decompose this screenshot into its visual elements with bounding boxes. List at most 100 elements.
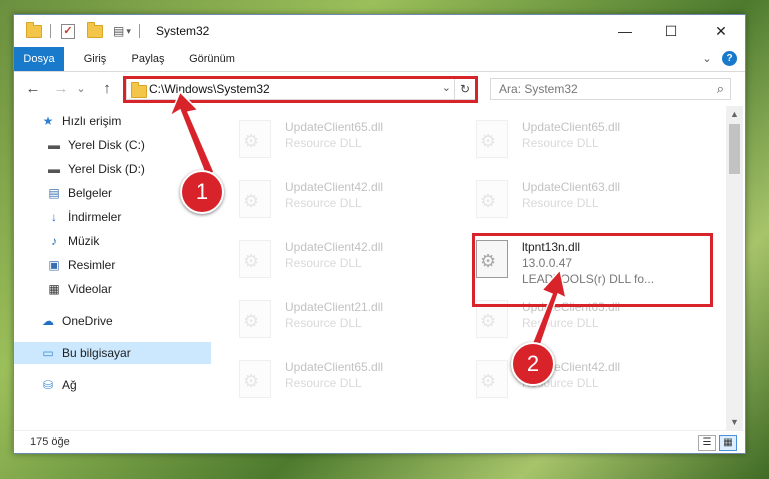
dll-file-icon bbox=[239, 180, 271, 218]
file-name: UpdateClient21.dll bbox=[285, 300, 384, 314]
file-name: UpdateClient63.dll bbox=[522, 180, 621, 194]
scroll-down-icon[interactable]: ▼ bbox=[726, 414, 743, 430]
file-description: Resource DLL bbox=[285, 376, 362, 390]
sidebar-item-label: OneDrive bbox=[62, 314, 113, 328]
address-bar-highlight bbox=[123, 76, 478, 103]
scroll-thumb[interactable] bbox=[729, 124, 740, 174]
maximize-button[interactable]: ☐ bbox=[648, 15, 694, 47]
sidebar-item-this-pc[interactable]: ▭ Bu bilgisayar bbox=[14, 342, 236, 364]
recent-locations-icon[interactable]: ⌄ bbox=[76, 80, 86, 98]
file-description: Resource DLL bbox=[285, 316, 362, 330]
search-placeholder: Ara: System32 bbox=[499, 82, 578, 96]
drive-icon: ▬ bbox=[48, 162, 60, 176]
item-count: 175 öğe bbox=[30, 436, 70, 448]
file-tile[interactable]: UpdateClient21.dll Resource DLL bbox=[211, 294, 441, 346]
file-tile[interactable]: UpdateClient42.dll Resource DLL bbox=[211, 234, 441, 286]
new-folder-icon[interactable] bbox=[87, 21, 103, 38]
navigation-pane: ★ Hızlı erişim ▬ Yerel Disk (C:) 📌 ▬ Yer… bbox=[14, 106, 236, 430]
file-description: Resource DLL bbox=[522, 136, 599, 150]
video-icon: ▦ bbox=[48, 282, 60, 296]
file-description: Resource DLL bbox=[522, 196, 599, 210]
download-icon: ↓ bbox=[51, 210, 57, 224]
details-view-icon[interactable]: ☰ bbox=[698, 435, 716, 451]
file-description: Resource DLL bbox=[522, 316, 599, 330]
minimize-button[interactable]: — bbox=[602, 15, 648, 47]
scroll-up-icon[interactable]: ▲ bbox=[726, 106, 743, 122]
title-bar: ✓ ▤ ▾ System32 — ☐ ✕ bbox=[14, 15, 745, 47]
file-tile[interactable]: UpdateClient65.dll Resource DLL bbox=[448, 114, 678, 166]
dll-file-icon bbox=[239, 300, 271, 338]
file-tile[interactable]: UpdateClient63.dll Resource DLL bbox=[448, 174, 678, 226]
tab-dosya[interactable]: Dosya bbox=[14, 47, 64, 71]
sidebar-item-videos[interactable]: ▦ Videolar 📌 bbox=[14, 278, 242, 300]
sidebar-item-label: Ağ bbox=[62, 378, 77, 392]
pictures-icon: ▣ bbox=[48, 258, 60, 272]
file-tile[interactable]: UpdateClient42.dll Resource DLL bbox=[211, 174, 441, 226]
divider bbox=[50, 24, 51, 38]
music-icon: ♪ bbox=[51, 234, 57, 248]
dll-file-icon bbox=[476, 120, 508, 158]
file-name: UpdateClient65.dll bbox=[285, 360, 384, 374]
cloud-icon: ☁ bbox=[42, 314, 54, 328]
tab-giris[interactable]: Giriş bbox=[74, 47, 116, 71]
sidebar-item-label: Müzik bbox=[68, 234, 100, 248]
sidebar-item-network[interactable]: ⛁ Ağ bbox=[14, 374, 236, 396]
sidebar-item-label: Resimler bbox=[68, 258, 116, 272]
sidebar-item-label: Belgeler bbox=[68, 186, 113, 200]
vertical-scrollbar[interactable]: ▲ ▼ bbox=[726, 106, 743, 430]
search-icon[interactable]: ⌕ bbox=[717, 81, 724, 97]
properties-icon[interactable]: ✓ bbox=[61, 23, 75, 39]
divider bbox=[138, 24, 140, 38]
sidebar-item-label: Yerel Disk (D:) bbox=[68, 162, 145, 176]
status-bar: 175 öğe ☰ ▦ bbox=[14, 430, 745, 455]
step-2-badge: 2 bbox=[511, 342, 555, 386]
file-description: Resource DLL bbox=[285, 136, 362, 150]
dll-file-icon bbox=[239, 120, 271, 158]
help-icon[interactable]: ? bbox=[722, 51, 737, 66]
file-name: UpdateClient42.dll bbox=[285, 180, 384, 194]
ribbon-collapse-icon[interactable]: ⌄ bbox=[700, 47, 714, 71]
sidebar-item-label: Hızlı erişim bbox=[62, 114, 122, 128]
sidebar-item-label: Yerel Disk (C:) bbox=[68, 138, 145, 152]
drive-icon: ▬ bbox=[48, 138, 60, 152]
back-button[interactable]: ← bbox=[24, 80, 42, 98]
tiles-view-icon[interactable]: ▦ bbox=[719, 435, 737, 451]
sidebar-item-label: Videolar bbox=[68, 282, 112, 296]
dll-file-icon bbox=[476, 360, 508, 398]
file-description: Resource DLL bbox=[285, 256, 362, 270]
tab-gorunum[interactable]: Görünüm bbox=[182, 47, 242, 71]
sidebar-item-label: Bu bilgisayar bbox=[62, 346, 131, 360]
ribbon: Dosya Giriş Paylaş Görünüm ⌄ ? bbox=[14, 47, 745, 72]
file-name: UpdateClient65.dll bbox=[522, 120, 621, 134]
folder-icon bbox=[26, 21, 42, 38]
explorer-window: ✓ ▤ ▾ System32 — ☐ ✕ Dosya Giriş Paylaş … bbox=[13, 14, 746, 454]
search-input[interactable]: Ara: System32 ⌕ bbox=[490, 78, 731, 100]
star-icon: ★ bbox=[42, 114, 54, 128]
dll-file-icon bbox=[476, 180, 508, 218]
file-highlight bbox=[472, 233, 713, 307]
close-button[interactable]: ✕ bbox=[698, 15, 744, 47]
file-name: UpdateClient65.dll bbox=[285, 120, 384, 134]
step-1-badge: 1 bbox=[180, 170, 224, 214]
file-description: Resource DLL bbox=[285, 196, 362, 210]
quick-access-toolbar: ✓ ▤ ▾ bbox=[26, 21, 140, 39]
file-tile[interactable]: UpdateClient42.dll Resource DLL bbox=[448, 354, 678, 406]
file-tile[interactable]: UpdateClient65.dll Resource DLL bbox=[211, 354, 441, 406]
sidebar-item-local-disk-c[interactable]: ▬ Yerel Disk (C:) 📌 bbox=[14, 134, 242, 156]
window-title: System32 bbox=[156, 24, 210, 38]
sidebar-item-music[interactable]: ♪ Müzik 📌 bbox=[14, 230, 242, 252]
sidebar-item-quick-access[interactable]: ★ Hızlı erişim bbox=[14, 110, 236, 132]
qat-dropdown-icon[interactable]: ▾ bbox=[126, 26, 131, 37]
customize-qat-icon[interactable]: ▤ bbox=[113, 24, 124, 38]
sidebar-item-pictures[interactable]: ▣ Resimler 📌 bbox=[14, 254, 242, 276]
file-tile[interactable]: UpdateClient65.dll Resource DLL bbox=[211, 114, 441, 166]
up-button[interactable]: ↑ bbox=[98, 80, 116, 98]
tab-paylas[interactable]: Paylaş bbox=[124, 47, 172, 71]
computer-icon: ▭ bbox=[42, 346, 54, 360]
document-icon: ▤ bbox=[48, 186, 60, 200]
dll-file-icon bbox=[239, 240, 271, 278]
forward-button[interactable]: → bbox=[52, 80, 70, 98]
sidebar-item-onedrive[interactable]: ☁ OneDrive bbox=[14, 310, 236, 332]
sidebar-item-label: İndirmeler bbox=[68, 210, 122, 224]
file-name: UpdateClient42.dll bbox=[285, 240, 384, 254]
